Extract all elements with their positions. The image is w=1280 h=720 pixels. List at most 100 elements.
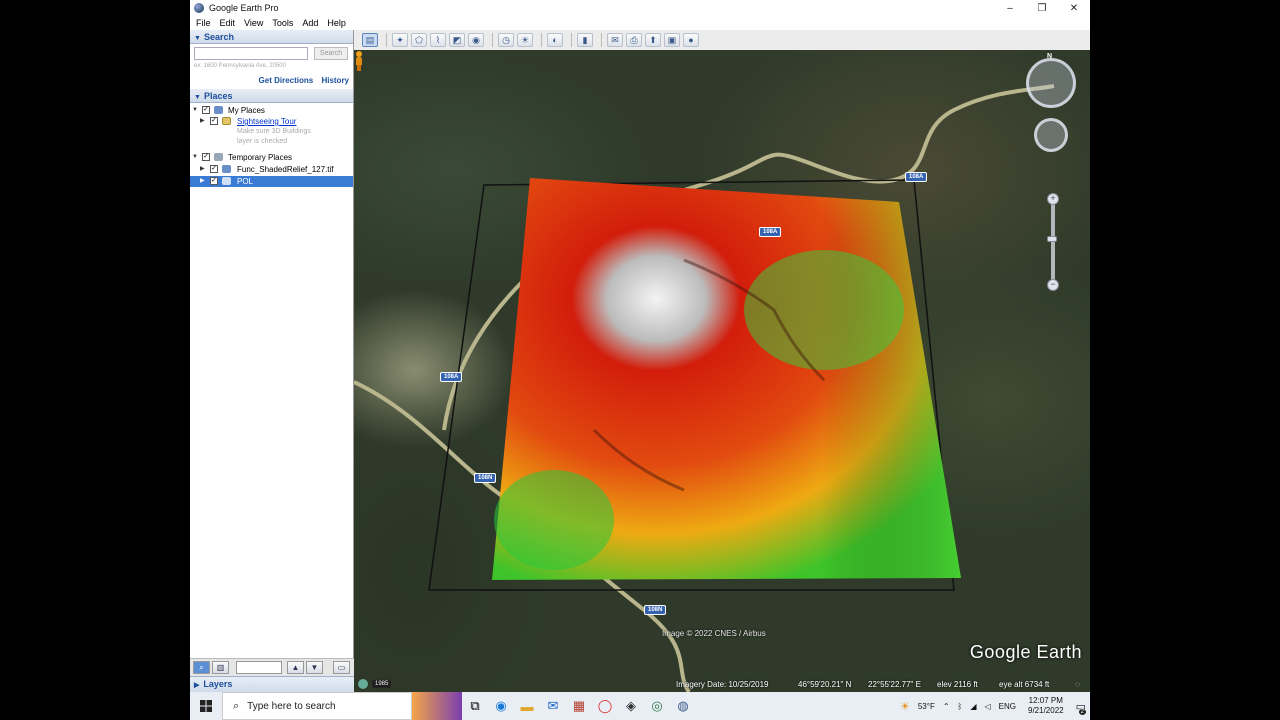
historical-imagery-status-icon[interactable] — [358, 679, 368, 689]
road-label: 108A — [905, 172, 928, 182]
expand-arrow-icon[interactable]: ▶ — [200, 116, 205, 127]
menu-help[interactable]: Help — [327, 18, 346, 28]
maximize-button[interactable]: ❐ — [1026, 3, 1058, 14]
file-explorer-icon[interactable]: ▬ — [514, 692, 540, 720]
edge-browser-icon[interactable]: ◉ — [488, 692, 514, 720]
imagery-year-badge[interactable]: 1985 — [372, 680, 392, 688]
expand-arrow-icon[interactable]: ▼ — [192, 152, 198, 163]
checkbox-checked-icon[interactable]: ✓ — [210, 177, 218, 185]
windows-logo-icon — [200, 700, 212, 712]
search-places-icon[interactable]: ⌕ — [193, 661, 210, 674]
expand-triangle-icon: ▶ — [194, 682, 200, 689]
move-up-icon[interactable]: ▲ — [287, 661, 304, 674]
record-tour-icon[interactable]: ◉ — [468, 33, 484, 47]
get-directions-link[interactable]: Get Directions — [259, 76, 314, 85]
taskbar-search-box[interactable]: ⌕ Type here to search — [222, 692, 412, 720]
places-filter-field[interactable] — [236, 661, 282, 674]
move-down-icon[interactable]: ▼ — [306, 661, 323, 674]
new-folder-icon[interactable]: ▭ — [333, 661, 350, 674]
my-places-globe-icon — [214, 106, 223, 114]
add-path-icon[interactable]: ⌇ — [430, 33, 446, 47]
toggle-view-icon[interactable]: ▥ — [212, 661, 229, 674]
toggle-sidebar-icon[interactable]: ▤ — [362, 33, 378, 47]
lowland-green-area — [494, 470, 614, 570]
switch-planet-icon[interactable]: ◐ — [547, 33, 563, 47]
layers-section-header[interactable]: ▶ Layers — [190, 676, 354, 692]
opera-browser-icon[interactable]: ◯ — [592, 692, 618, 720]
save-image-icon[interactable]: ⬆ — [645, 33, 661, 47]
historical-imagery-icon[interactable]: ◷ — [498, 33, 514, 47]
app-icon[interactable]: ◎ — [644, 692, 670, 720]
close-button[interactable]: ✕ — [1058, 3, 1090, 14]
zoom-in-button[interactable]: + — [1047, 193, 1059, 205]
bluetooth-icon[interactable]: ᛒ — [958, 702, 963, 711]
map-status-bar: 1985 Imagery Date: 10/25/2019 46°59'20.2… — [354, 678, 1090, 692]
checkbox-checked-icon[interactable]: ✓ — [210, 165, 218, 173]
menu-file[interactable]: File — [196, 18, 211, 28]
language-indicator[interactable]: ENG — [999, 702, 1016, 711]
google-earth-taskbar-icon[interactable]: ◍ — [670, 692, 696, 720]
north-indicator[interactable]: N — [1047, 53, 1052, 60]
google-earth-watermark: Google Earth — [969, 642, 1082, 662]
checkbox-checked-icon[interactable]: ✓ — [202, 106, 210, 114]
move-joystick[interactable] — [1034, 118, 1068, 152]
zoom-handle[interactable] — [1047, 236, 1057, 242]
expand-arrow-icon[interactable]: ▶ — [200, 164, 205, 175]
sunlight-icon[interactable]: ☀ — [517, 33, 533, 47]
tree-item-pol[interactable]: ▶ ✓ POL — [190, 176, 353, 187]
tree-item-sightseeing-tour[interactable]: ▶ ✓ Sightseeing Tour — [190, 116, 353, 127]
search-links: Get Directions History — [190, 73, 353, 89]
minimize-button[interactable]: – — [994, 3, 1026, 14]
ruler-icon[interactable]: ▮ — [577, 33, 593, 47]
add-image-overlay-icon[interactable]: ◩ — [449, 33, 465, 47]
temperature[interactable]: 53°F — [918, 702, 935, 711]
clock[interactable]: 12:07 PM 9/21/2022 — [1028, 696, 1064, 716]
print-icon[interactable]: ⎙ — [626, 33, 642, 47]
sightseeing-tour-link[interactable]: Sightseeing Tour — [237, 116, 296, 127]
record-movie-icon[interactable]: ▣ — [664, 33, 680, 47]
expand-arrow-icon[interactable]: ▶ — [200, 176, 205, 187]
road-label: 108N — [644, 605, 667, 615]
menu-view[interactable]: View — [244, 18, 263, 28]
email-icon[interactable]: ✉ — [607, 33, 623, 47]
places-section-header[interactable]: ▼ Places — [190, 89, 353, 103]
menu-add[interactable]: Add — [302, 18, 318, 28]
task-view-icon[interactable]: ⧉ — [462, 692, 488, 720]
chevron-up-icon[interactable]: ⌃ — [943, 702, 950, 711]
tree-item-shaded-relief[interactable]: ▶ ✓ Func_ShadedRelief_127.tif — [190, 164, 353, 175]
search-icon: ⌕ — [233, 699, 240, 712]
mail-icon[interactable]: ✉ — [540, 692, 566, 720]
app-icon[interactable]: ◈ — [618, 692, 644, 720]
places-bottom-toolbar: ⌕ ▥ ▲ ▼ ▭ — [190, 658, 354, 676]
view-in-maps-icon[interactable]: ● — [683, 33, 699, 47]
street-view-pegman-icon[interactable] — [354, 50, 364, 72]
look-joystick[interactable] — [1026, 58, 1076, 108]
menu-tools[interactable]: Tools — [272, 18, 293, 28]
volume-icon[interactable]: ◁ — [985, 702, 991, 711]
search-highlight-icon[interactable] — [412, 692, 462, 720]
search-section-header[interactable]: ▼ Search — [190, 30, 353, 44]
start-button[interactable] — [190, 692, 222, 720]
history-link[interactable]: History — [321, 76, 349, 85]
weather-icon[interactable]: ☀ — [900, 700, 910, 713]
add-polygon-icon[interactable]: ⬠ — [411, 33, 427, 47]
tree-item-my-places[interactable]: ▼ ✓ My Places — [190, 105, 353, 116]
sightseeing-desc-line: layer is checked — [237, 138, 288, 145]
search-button[interactable]: Search — [314, 47, 348, 60]
clock-date: 9/21/2022 — [1028, 706, 1064, 715]
network-icon[interactable]: ◢ — [970, 702, 976, 711]
expand-arrow-icon[interactable]: ▼ — [192, 105, 198, 116]
notifications-icon[interactable]: ▭ 2 — [1076, 700, 1086, 715]
imagery-date: Imagery Date: 10/25/2019 — [676, 680, 769, 689]
tree-item-temporary-places[interactable]: ▼ ✓ Temporary Places — [190, 152, 353, 163]
menu-edit[interactable]: Edit — [220, 18, 236, 28]
search-input[interactable] — [194, 47, 308, 60]
checkbox-checked-icon[interactable]: ✓ — [210, 117, 218, 125]
map-view[interactable]: 108A 108A 108A 108N 108N N + − Image © 2… — [354, 50, 1090, 692]
side-panel: ▼ Search Search ex: 1600 Pennsylvania Ave… — [190, 30, 354, 692]
app-icon[interactable]: ▦ — [566, 692, 592, 720]
zoom-out-button[interactable]: − — [1047, 279, 1059, 291]
add-placemark-icon[interactable]: ✦ — [392, 33, 408, 47]
checkbox-checked-icon[interactable]: ✓ — [202, 153, 210, 161]
toolbar-separator — [601, 33, 602, 47]
